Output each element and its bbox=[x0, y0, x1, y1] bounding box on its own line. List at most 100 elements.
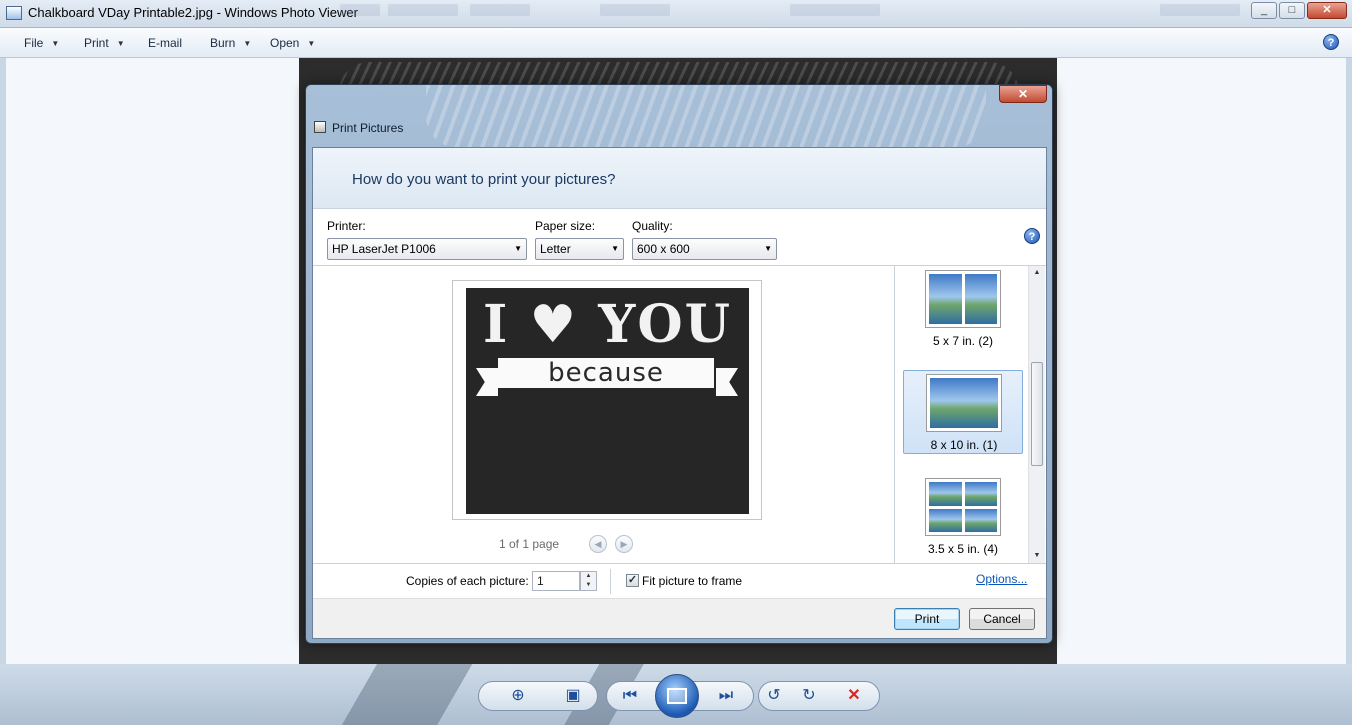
copies-stepper[interactable]: ▲ ▼ bbox=[580, 571, 597, 591]
printer-icon bbox=[314, 121, 326, 133]
previous-page-button[interactable]: ◀ bbox=[589, 535, 607, 553]
background-taskbar-ghost bbox=[600, 4, 670, 16]
dialog-titlebar: Print Pictures ✕ bbox=[306, 85, 1052, 147]
menu-file-label: File bbox=[24, 36, 44, 50]
menu-burn[interactable]: Burn ▼ bbox=[210, 36, 251, 50]
layout-thumbnail bbox=[925, 270, 1001, 328]
layout-thumbnail bbox=[926, 374, 1002, 432]
paper-size-label: Paper size: bbox=[535, 219, 596, 233]
divider bbox=[610, 569, 611, 594]
printer-select[interactable]: HP LaserJet P1006 ▼ bbox=[327, 238, 527, 260]
fit-picture-checkbox[interactable]: ✓ bbox=[626, 574, 639, 587]
layout-item[interactable]: 5 x 7 in. (2) bbox=[903, 270, 1023, 352]
stepper-up-icon[interactable]: ▲ bbox=[581, 572, 596, 581]
paper-size-select[interactable]: Letter ▼ bbox=[535, 238, 624, 260]
chevron-down-icon: ▼ bbox=[764, 244, 772, 253]
menu-open[interactable]: Open ▼ bbox=[270, 36, 315, 50]
background-taskbar-ghost bbox=[790, 4, 880, 16]
banner-word: because bbox=[548, 358, 664, 388]
layout-item-selected[interactable]: 8 x 10 in. (1) bbox=[903, 370, 1023, 454]
scroll-down-icon[interactable]: ▼ bbox=[1029, 549, 1045, 563]
window-titlebar: Chalkboard VDay Printable2.jpg - Windows… bbox=[0, 0, 1352, 28]
page-preview: I ♥ YOU because bbox=[452, 280, 762, 520]
minimize-button[interactable]: _ bbox=[1251, 2, 1277, 19]
chevron-down-icon: ▼ bbox=[51, 39, 60, 48]
dialog-help-icon[interactable]: ? bbox=[1024, 228, 1040, 244]
landscape-thumb bbox=[930, 378, 998, 428]
print-button[interactable]: Print bbox=[894, 608, 960, 630]
scroll-thumb[interactable] bbox=[1031, 362, 1043, 466]
dialog-close-button[interactable]: ✕ bbox=[999, 85, 1047, 103]
next-icon[interactable]: ⏭ bbox=[714, 685, 738, 707]
menu-print[interactable]: Print ▼ bbox=[84, 36, 125, 50]
menu-open-label: Open bbox=[270, 36, 300, 50]
background-taskbar-ghost bbox=[470, 4, 530, 16]
ribbon-banner: because bbox=[498, 358, 714, 388]
dialog-title: Print Pictures bbox=[332, 121, 404, 135]
printer-label: Printer: bbox=[327, 219, 366, 233]
copies-input[interactable]: 1 bbox=[532, 571, 580, 591]
cancel-button[interactable]: Cancel bbox=[969, 608, 1035, 630]
chevron-down-icon: ▼ bbox=[243, 39, 252, 48]
next-page-button[interactable]: ▶ bbox=[615, 535, 633, 553]
print-preview-pane: I ♥ YOU because 1 of 1 page ◀ ▶ bbox=[313, 266, 894, 563]
rotate-counterclockwise-icon[interactable]: ↺ bbox=[762, 685, 786, 707]
menu-email[interactable]: E-mail bbox=[148, 36, 182, 50]
dialog-question: How do you want to print your pictures? bbox=[352, 171, 616, 188]
landscape-thumb bbox=[929, 508, 962, 532]
landscape-thumb bbox=[929, 482, 962, 506]
background-taskbar-ghost bbox=[1160, 4, 1240, 16]
layout-label: 3.5 x 5 in. (4) bbox=[927, 542, 999, 556]
maximize-button[interactable]: □ bbox=[1279, 2, 1305, 19]
quality-select[interactable]: 600 x 600 ▼ bbox=[632, 238, 777, 260]
previous-icon[interactable]: ⏮ bbox=[618, 685, 642, 707]
layout-label: 8 x 10 in. (1) bbox=[930, 438, 998, 452]
menu-file[interactable]: File ▼ bbox=[24, 36, 59, 50]
delete-icon[interactable]: ✕ bbox=[842, 685, 866, 707]
chalkboard-picture: I ♥ YOU because bbox=[466, 288, 749, 514]
copies-label: Copies of each picture: bbox=[406, 574, 529, 588]
rotate-clockwise-icon[interactable]: ↻ bbox=[797, 685, 821, 707]
landscape-thumb bbox=[929, 274, 962, 324]
slideshow-icon bbox=[667, 688, 687, 704]
chevron-down-icon: ▼ bbox=[514, 244, 522, 253]
options-row: Copies of each picture: 1 ▲ ▼ ✓ Fit pict… bbox=[313, 563, 1046, 598]
chevron-down-icon: ▼ bbox=[307, 39, 316, 48]
dialog-header: How do you want to print your pictures? bbox=[313, 148, 1046, 209]
layout-list: 5 x 7 in. (2) 8 x 10 in. (1) 3.5 x 5 in.… bbox=[894, 266, 1046, 563]
banner-tail-right bbox=[716, 368, 738, 396]
dialog-glass-texture bbox=[426, 85, 986, 147]
menu-burn-label: Burn bbox=[210, 36, 236, 50]
print-pictures-dialog: Print Pictures ✕ How do you want to prin… bbox=[305, 84, 1053, 644]
background-taskbar-ghost bbox=[340, 4, 380, 16]
quality-label: Quality: bbox=[632, 219, 673, 233]
chevron-down-icon: ▼ bbox=[611, 244, 619, 253]
help-icon[interactable]: ? bbox=[1323, 34, 1339, 50]
page-info: 1 of 1 page bbox=[499, 537, 560, 551]
layout-thumbnail bbox=[925, 478, 1001, 536]
landscape-thumb bbox=[964, 274, 997, 324]
layout-scrollbar[interactable]: ▲ ▼ bbox=[1028, 266, 1045, 563]
dialog-body: How do you want to print your pictures? … bbox=[312, 147, 1047, 639]
landscape-thumb bbox=[964, 508, 997, 532]
preview-headline: I ♥ YOU bbox=[466, 294, 749, 355]
landscape-thumb bbox=[964, 482, 997, 506]
layout-item[interactable]: 3.5 x 5 in. (4) bbox=[903, 478, 1023, 560]
window-title: Chalkboard VDay Printable2.jpg - Windows… bbox=[28, 5, 358, 20]
paper-size-select-value: Letter bbox=[540, 242, 571, 256]
menu-email-label: E-mail bbox=[148, 36, 183, 50]
fit-picture-label: Fit picture to frame bbox=[642, 574, 743, 588]
headline-left: I bbox=[483, 294, 510, 355]
close-button[interactable]: ✕ bbox=[1307, 2, 1347, 19]
chevron-down-icon: ▼ bbox=[116, 39, 125, 48]
actual-size-icon[interactable]: ▣ bbox=[561, 685, 585, 707]
headline-right: YOU bbox=[598, 294, 732, 355]
slideshow-button[interactable] bbox=[655, 674, 699, 718]
printer-select-value: HP LaserJet P1006 bbox=[332, 242, 436, 256]
scroll-up-icon[interactable]: ▲ bbox=[1029, 266, 1045, 280]
menu-bar: File ▼ Print ▼ E-mail Burn ▼ Open ▼ ? bbox=[0, 28, 1352, 58]
zoom-icon[interactable]: ⊕ bbox=[506, 685, 530, 707]
background-taskbar-ghost bbox=[388, 4, 458, 16]
stepper-down-icon[interactable]: ▼ bbox=[581, 581, 596, 590]
options-link[interactable]: Options... bbox=[976, 572, 1027, 586]
